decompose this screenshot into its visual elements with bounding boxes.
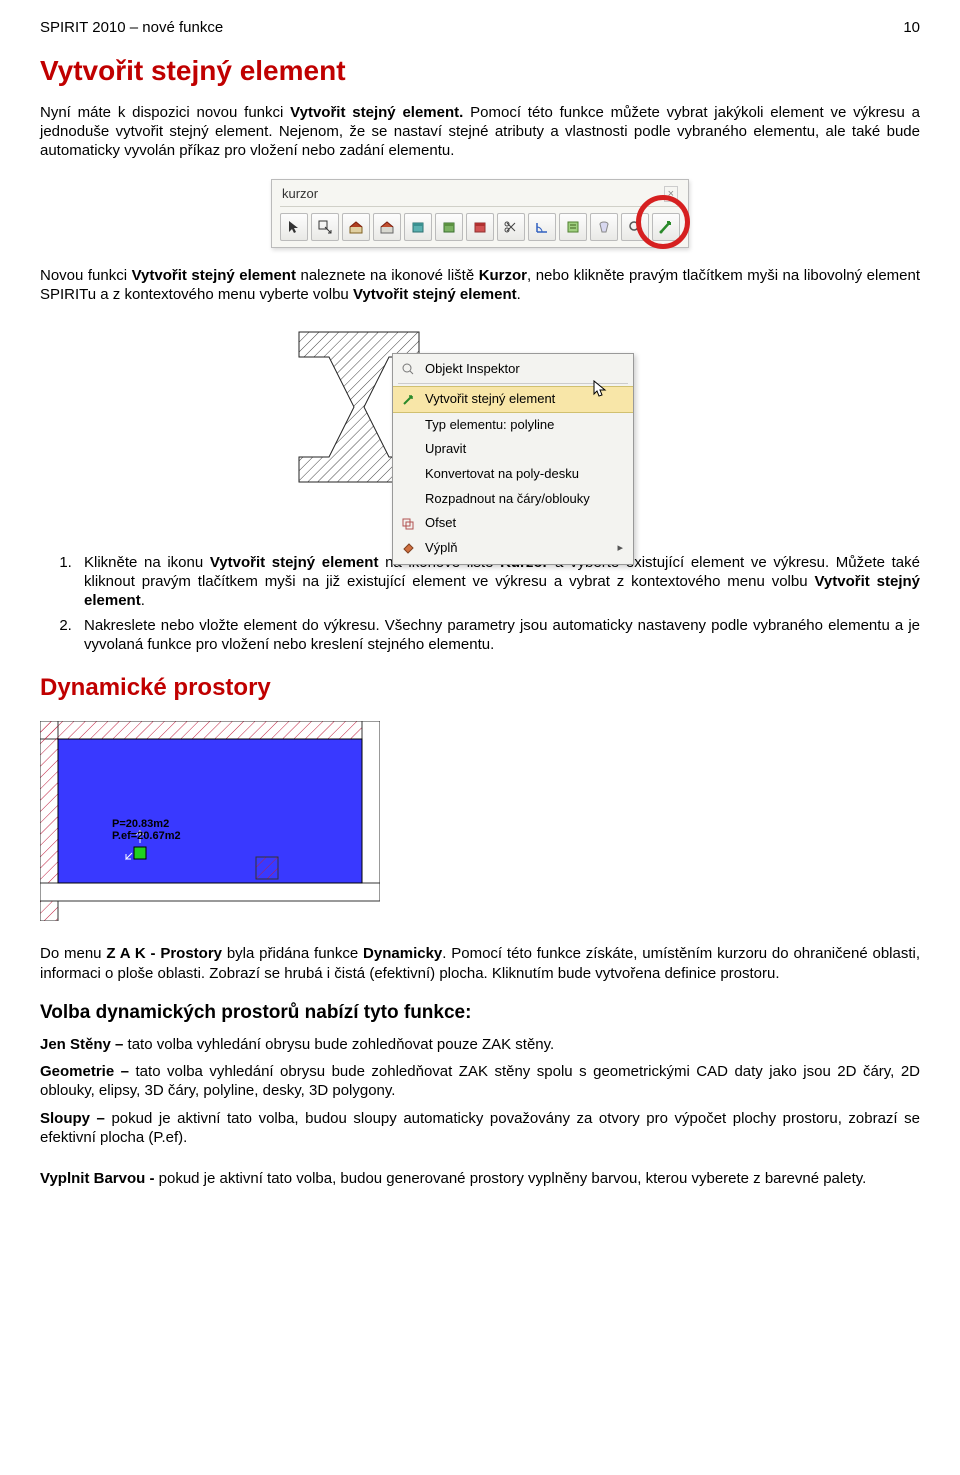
blank-icon (399, 491, 417, 507)
toolbar-label: kurzor (282, 186, 318, 203)
section2-intro: Do menu Z A K - Prostory byla přidána fu… (40, 944, 920, 982)
doc-title: SPIRIT 2010 – nové funkce (40, 18, 223, 37)
ctx-item-label: Ofset (425, 515, 456, 532)
offset-icon (399, 516, 417, 532)
figure-room: P=20.83m2 P.ef=20.67m2 (40, 721, 920, 926)
opt-jen-steny: Jen Stěny – tato volba vyhledání obrysu … (40, 1035, 920, 1054)
section1-intro: Nyní máte k dispozici novou funkci Vytvo… (40, 103, 920, 161)
section2-title: Dynamické prostory (40, 673, 920, 704)
ctx-separator (398, 383, 628, 384)
page-header: SPIRIT 2010 – nové funkce 10 (40, 18, 920, 37)
blank-icon (399, 442, 417, 458)
context-menu[interactable]: Objekt Inspektor Vytvořit stejný element… (392, 353, 634, 565)
opt-geometrie: Geometrie – tato volba vyhledání obrysu … (40, 1062, 920, 1100)
angle-icon[interactable] (528, 213, 556, 241)
note-green-icon[interactable] (559, 213, 587, 241)
opt-vyplnit-barvou: Vyplnit Barvou - pokud je aktivní tato v… (40, 1169, 920, 1188)
ctx-konvertovat[interactable]: Konvertovat na poly-desku (393, 462, 633, 487)
ctx-item-label: Objekt Inspektor (425, 361, 520, 378)
opt-sloupy: Sloupy – pokud je aktivní tato volba, bu… (40, 1109, 920, 1147)
house-icon[interactable] (342, 213, 370, 241)
glass-icon[interactable] (590, 213, 618, 241)
ctx-item-label: Výplň (425, 540, 458, 557)
ctx-item-label: Upravit (425, 441, 466, 458)
house2-icon[interactable] (373, 213, 401, 241)
blank-icon (399, 466, 417, 482)
ctx-item-label: Rozpadnout na čáry/oblouky (425, 491, 590, 508)
kurzor-toolbar: kurzor × (271, 179, 689, 249)
ctx-rozpadnout[interactable]: Rozpadnout na čáry/oblouky (393, 487, 633, 512)
ctx-ofset[interactable]: Ofset (393, 511, 633, 536)
section1-title: Vytvořit stejný element (40, 53, 920, 89)
select-rect-icon[interactable] (311, 213, 339, 241)
ctx-vypln[interactable]: Výplň ▸ (393, 536, 633, 561)
ctx-vytvorit-stejny[interactable]: Vytvořit stejný element (393, 386, 633, 413)
figure-context-menu: Objekt Inspektor Vytvořit stejný element… (40, 323, 920, 535)
inspect-icon (399, 361, 417, 377)
ctx-typ-elementu[interactable]: Typ elementu: polyline (393, 413, 633, 438)
ctx-upravit[interactable]: Upravit (393, 437, 633, 462)
page-number: 10 (903, 18, 920, 37)
ctx-objekt-inspektor[interactable]: Objekt Inspektor (393, 357, 633, 382)
ctx-item-label: Vytvořit stejný element (425, 391, 555, 408)
ctx-item-label: Typ elementu: polyline (425, 417, 554, 434)
figure-toolbar: kurzor × (40, 179, 920, 249)
create-same-icon (399, 392, 417, 408)
scissors-icon[interactable] (497, 213, 525, 241)
section2-subhead: Volba dynamických prostorů nabízí tyto f… (40, 1001, 920, 1025)
stack-green-icon[interactable] (435, 213, 463, 241)
steps-list: Klikněte na ikonu Vytvořit stejný elemen… (40, 553, 920, 655)
blank-icon (399, 417, 417, 433)
stack-cyan-icon[interactable] (404, 213, 432, 241)
ctx-item-label: Konvertovat na poly-desku (425, 466, 579, 483)
pointer-icon[interactable] (280, 213, 308, 241)
fill-icon (399, 540, 417, 556)
section1-para2: Novou funkci Vytvořit stejný element nal… (40, 266, 920, 304)
stack-red-icon[interactable] (466, 213, 494, 241)
step-2: Nakreslete nebo vložte element do výkres… (76, 616, 920, 654)
submenu-arrow-icon: ▸ (617, 541, 623, 555)
room-area-label: P=20.83m2 (112, 818, 169, 830)
highlight-circle (636, 195, 690, 249)
room-area-ef-label: P.ef=20.67m2 (112, 830, 181, 842)
